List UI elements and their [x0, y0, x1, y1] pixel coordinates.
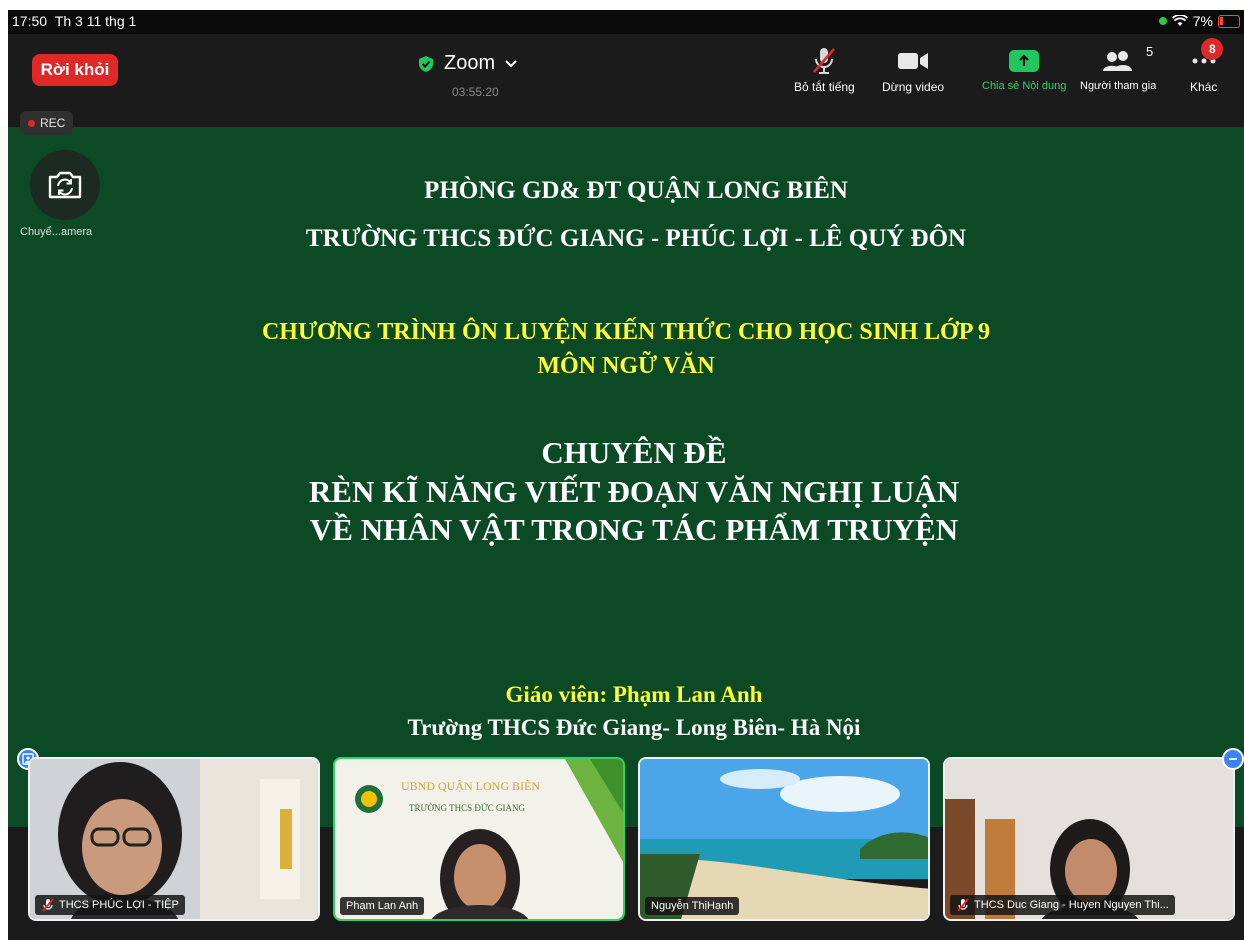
- camera-in-use-indicator: [1158, 17, 1167, 25]
- video-camera-icon: [898, 53, 929, 69]
- participant-name: Nguyễn ThịHạnh: [651, 900, 734, 912]
- zoom-screen: 17:50 Th 3 11 thg 1 7% Rời khỏi Zoom 03:…: [8, 10, 1244, 940]
- more-label: Khác: [1190, 80, 1218, 94]
- recording-label: REC: [40, 116, 66, 130]
- status-date: Th 3 11 thg 1: [54, 13, 137, 29]
- chevron-down-icon: [505, 59, 517, 67]
- muted-mic-icon: [813, 48, 836, 74]
- slide-school-address: Trường THCS Đức Giang- Long Biên- Hà Nội: [407, 715, 861, 740]
- status-right: 7%: [1158, 13, 1240, 29]
- slide-program: CHƯƠNG TRÌNH ÔN LUYỆN KIẾN THỨC CHO HỌC …: [261, 319, 991, 345]
- slide-topic-heading: CHUYÊN ĐỀ: [541, 435, 727, 470]
- muted-mic-icon: [42, 898, 54, 912]
- minimize-gallery-icon[interactable]: [1222, 748, 1244, 770]
- switch-camera-label: Chuyể...amera: [20, 226, 93, 238]
- battery-percent: 7%: [1192, 13, 1213, 29]
- participant-name: THCS PHÚC LỢI - TIỆP: [59, 899, 179, 911]
- notification-badge: 8: [1201, 38, 1224, 60]
- slide-school: TRƯỜNG THCS ĐỨC GIANG - PHÚC LỢI - LÊ QU…: [305, 225, 967, 252]
- participant-name-tag: Phạm Lan Anh: [340, 897, 425, 915]
- wifi-icon: [1171, 15, 1188, 26]
- virtual-background-subtitle: TRƯỜNG THCS ĐỨC GIANG: [409, 803, 526, 813]
- slide-teacher: Giáo viên: Phạm Lan Anh: [505, 682, 763, 707]
- participant-name-tag: THCS PHÚC LỢI - TIỆP: [35, 895, 185, 915]
- participant-name-tag: THCS Duc Giang - Huyen Nguyen Thi...: [950, 895, 1175, 915]
- participants-icon: [1103, 51, 1133, 71]
- participant-name: THCS Duc Giang - Huyen Nguyen Thi...: [974, 899, 1169, 911]
- meeting-name: Zoom: [444, 52, 496, 74]
- share-content-button[interactable]: Chia sẻ Nội dung: [982, 44, 1066, 92]
- more-button[interactable]: 8 Khác: [1190, 38, 1224, 94]
- slide-department: PHÒNG GD& ĐT QUẬN LONG BIÊN: [424, 177, 848, 204]
- participant-tile-4[interactable]: THCS Duc Giang - Huyen Nguyen Thi...: [943, 757, 1235, 921]
- meeting-info-dropdown[interactable]: Zoom: [418, 52, 517, 75]
- switch-camera-button[interactable]: [30, 150, 100, 220]
- muted-mic-icon: [957, 898, 969, 912]
- status-time: 17:50: [12, 13, 48, 29]
- unmute-label: Bỏ tắt tiếng: [794, 80, 855, 94]
- meeting-timer: 03:55:20: [452, 85, 499, 99]
- participant-name-tag: Nguyễn ThịHạnh: [645, 897, 740, 915]
- shield-check-icon: [419, 55, 433, 72]
- status-time-date: 17:50 Th 3 11 thg 1: [12, 13, 136, 29]
- meeting-toolbar: Rời khỏi Zoom 03:55:20 Bỏ tắt tiếng Dừng…: [8, 34, 1244, 127]
- slide-subject: MÔN NGỮ VĂN: [537, 353, 715, 379]
- recording-indicator[interactable]: REC: [20, 111, 74, 135]
- slide-topic-line2: VỀ NHÂN VẬT TRONG TÁC PHẨM TRUYỆN: [309, 512, 959, 547]
- participant-tile-3[interactable]: Nguyễn ThịHạnh: [638, 757, 930, 921]
- participants-button[interactable]: 5 Người tham gia: [1080, 44, 1156, 92]
- shared-slide: PHÒNG GD& ĐT QUẬN LONG BIÊN TRƯỜNG THCS …: [8, 127, 1244, 827]
- stop-video-button[interactable]: Dừng video: [882, 44, 944, 94]
- share-arrow-icon: [1009, 50, 1040, 72]
- unmute-button[interactable]: Bỏ tắt tiếng: [794, 44, 855, 94]
- participant-tile-2[interactable]: UBND QUẬN LONG BIÊN TRƯỜNG THCS ĐỨC GIAN…: [333, 757, 625, 921]
- virtual-background-title: UBND QUẬN LONG BIÊN: [401, 779, 540, 793]
- slide-topic-line1: RÈN KĨ NĂNG VIẾT ĐOẠN VĂN NGHỊ LUẬN: [308, 474, 960, 509]
- leave-button[interactable]: Rời khỏi: [32, 54, 118, 86]
- participants-count: 5: [1146, 44, 1154, 59]
- stop-video-label: Dừng video: [882, 80, 945, 94]
- participant-name: Phạm Lan Anh: [346, 900, 419, 912]
- participant-tile-1[interactable]: THCS PHÚC LỢI - TIỆP: [28, 757, 320, 921]
- battery-icon: [1218, 14, 1240, 28]
- share-content-label: Chia sẻ Nội dung: [982, 80, 1067, 92]
- participants-label: Người tham gia: [1080, 80, 1157, 92]
- status-bar: 17:50 Th 3 11 thg 1 7%: [8, 10, 1244, 34]
- record-dot-icon: [28, 119, 35, 127]
- camera-switch-icon: [48, 171, 82, 199]
